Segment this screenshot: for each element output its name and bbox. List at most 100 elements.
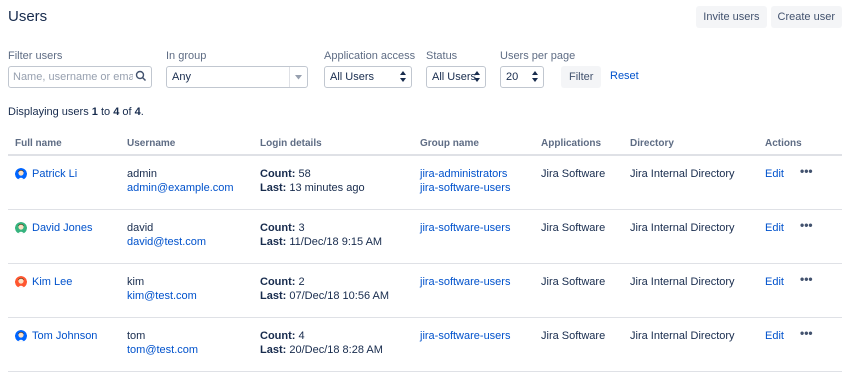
directory-cell: Jira Internal Directory [630,222,735,234]
last-value: 07/Dec/18 10:56 AM [289,290,390,302]
group-name-cell: jira-software-users [420,329,510,343]
group-link[interactable]: jira-software-users [420,221,510,235]
application-access-label: Application access [324,50,416,62]
filter-users-input[interactable] [13,71,133,83]
last-label: Last: [260,290,287,302]
more-icon[interactable]: ••• [800,164,813,178]
last-value: 13 minutes ago [289,182,365,194]
directory-cell: Jira Internal Directory [630,330,735,342]
search-icon[interactable] [135,70,147,85]
full-name-cell: Patrick Li [15,167,77,181]
users-per-page-select[interactable]: 20 [500,66,544,88]
table-row: Kim Lee kim kim@test.com Count: 2 Last: … [8,264,842,318]
login-last: Last: 20/Dec/18 8:28 AM [260,343,383,357]
username-cell: admin admin@example.com [127,167,234,195]
count-label: Count: [260,222,296,234]
updown-arrows-icon [400,71,406,85]
full-name-cell: David Jones [15,221,93,235]
reset-link[interactable]: Reset [610,70,639,82]
summary-suffix: . [140,106,144,118]
create-user-button[interactable]: Create user [770,6,842,28]
edit-link[interactable]: Edit [765,329,784,343]
table-header: Full name Username Login details Group n… [8,132,842,156]
full-name-link[interactable]: Patrick Li [32,167,77,181]
application-access-select[interactable]: All Users [324,66,412,88]
last-value: 20/Dec/18 8:28 AM [289,344,383,356]
application-cell: Jira Software [541,222,606,234]
login-details-cell: Count: 4 Last: 20/Dec/18 8:28 AM [260,329,383,357]
group-link[interactable]: jira-administrators [420,167,510,181]
in-group-label: In group [166,50,207,62]
last-label: Last: [260,344,287,356]
col-applications: Applications [541,138,602,149]
username-cell: kim kim@test.com [127,275,197,303]
application-cell: Jira Software [541,330,606,342]
count-label: Count: [260,168,296,180]
status-label: Status [426,50,458,62]
last-label: Last: [260,182,287,194]
group-name-cell: jira-software-users [420,275,510,289]
full-name-cell: Kim Lee [15,275,72,289]
header-actions: Invite users Create user [696,6,842,28]
filter-button[interactable]: Filter [561,66,602,88]
group-link[interactable]: jira-software-users [420,181,510,195]
avatar [15,222,27,234]
group-link[interactable]: jira-software-users [420,275,510,289]
invite-users-button[interactable]: Invite users [696,6,767,28]
group-name-cell: jira-administrators jira-software-users [420,167,510,195]
col-login-details: Login details [260,138,322,149]
full-name-cell: Tom Johnson [15,329,97,343]
login-count: Count: 4 [260,329,383,343]
username-cell: david david@test.com [127,221,206,249]
table-row: David Jones david david@test.com Count: … [8,210,842,264]
count-value: 2 [298,276,305,288]
login-details-cell: Count: 3 Last: 11/Dec/18 9:15 AM [260,221,382,249]
users-per-page-value: 20 [506,71,519,83]
email-link[interactable]: tom@test.com [127,343,198,357]
more-icon[interactable]: ••• [800,272,813,286]
application-access-value: All Users [330,71,375,83]
username: admin [127,168,157,180]
full-name-link[interactable]: David Jones [32,221,93,235]
username: david [127,222,154,234]
count-value: 3 [298,222,305,234]
login-count: Count: 58 [260,167,365,181]
count-label: Count: [260,276,296,288]
avatar [15,276,27,288]
login-details-cell: Count: 58 Last: 13 minutes ago [260,167,365,195]
table-body: Patrick Li admin admin@example.com Count… [8,156,842,372]
count-label: Count: [260,330,296,342]
table-row: Tom Johnson tom tom@test.com Count: 4 La… [8,318,842,372]
login-last: Last: 11/Dec/18 9:15 AM [260,235,382,249]
login-last: Last: 13 minutes ago [260,181,365,195]
users-table: Full name Username Login details Group n… [8,132,842,372]
page-title: Users [8,8,48,25]
more-icon[interactable]: ••• [800,326,813,340]
col-directory: Directory [630,138,674,149]
count-value: 4 [298,330,305,342]
full-name-link[interactable]: Tom Johnson [32,329,97,343]
group-link[interactable]: jira-software-users [420,329,510,343]
group-name-cell: jira-software-users [420,221,510,235]
avatar [15,330,27,342]
status-select[interactable]: All Users [426,66,486,88]
email-link[interactable]: kim@test.com [127,289,197,303]
chevron-down-icon[interactable] [289,67,307,87]
login-count: Count: 2 [260,275,389,289]
full-name-link[interactable]: Kim Lee [32,275,72,289]
avatar [15,168,27,180]
edit-link[interactable]: Edit [765,221,784,235]
email-link[interactable]: david@test.com [127,235,206,249]
summary-of-word: of [119,106,135,118]
in-group-select[interactable]: Any [166,66,308,88]
email-link[interactable]: admin@example.com [127,181,234,195]
filter-bar: Filter users In group Any Application ac… [8,50,848,90]
edit-link[interactable]: Edit [765,167,784,181]
filter-users-label: Filter users [8,50,63,62]
last-value: 11/Dec/18 9:15 AM [289,236,383,248]
application-cell: Jira Software [541,276,606,288]
col-username: Username [127,138,176,149]
filter-users-input-wrapper [8,66,152,88]
edit-link[interactable]: Edit [765,275,784,289]
more-icon[interactable]: ••• [800,218,813,232]
